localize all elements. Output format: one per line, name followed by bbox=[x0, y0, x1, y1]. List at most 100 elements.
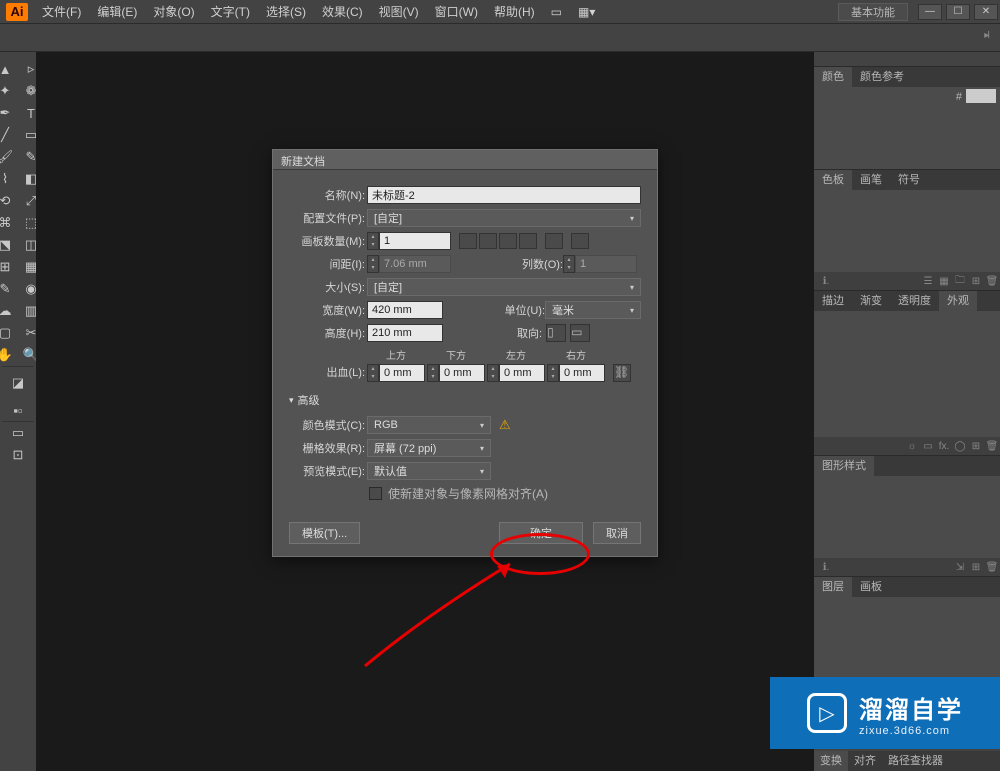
orient-portrait-button[interactable]: ▯ bbox=[546, 324, 566, 342]
maximize-button[interactable]: ☐ bbox=[946, 4, 970, 20]
swatches-delete-icon[interactable]: 🗑 bbox=[984, 276, 1000, 287]
mesh-tool[interactable]: ⊞ bbox=[0, 256, 18, 278]
height-input[interactable] bbox=[367, 324, 443, 342]
colormode-label: 颜色模式(C): bbox=[289, 417, 365, 433]
ok-button[interactable]: 确定 bbox=[499, 522, 583, 544]
menu-object[interactable]: 对象(O) bbox=[145, 3, 202, 20]
raster-combo[interactable]: 屏幕 (72 ppi) bbox=[367, 439, 491, 457]
advanced-header[interactable]: 高级 bbox=[289, 392, 641, 408]
tab-align[interactable]: 对齐 bbox=[848, 751, 882, 771]
artboards-input[interactable] bbox=[379, 232, 451, 250]
tab-layers[interactable]: 图层 bbox=[814, 577, 852, 597]
tab-appearance[interactable]: 外观 bbox=[939, 291, 977, 311]
play-icon: ▷ bbox=[807, 693, 847, 733]
profile-combo[interactable]: [自定] bbox=[367, 209, 641, 227]
artboard-tool[interactable]: ▢ bbox=[0, 322, 18, 344]
width-label: 宽度(W): bbox=[289, 302, 365, 318]
pen-tool[interactable]: ✒ bbox=[0, 102, 18, 124]
rotate-tool[interactable]: ⟲ bbox=[0, 190, 18, 212]
swatches-add-icon[interactable]: ⊞ bbox=[968, 276, 984, 287]
swatches-folder-icon[interactable]: 🗀 bbox=[952, 273, 968, 290]
menu-edit[interactable]: 编辑(E) bbox=[89, 3, 145, 20]
menu-type[interactable]: 文字(T) bbox=[203, 3, 258, 20]
appearance-fx-icon[interactable]: fx. bbox=[936, 441, 952, 452]
minimize-button[interactable]: — bbox=[918, 4, 942, 20]
align-pixel-checkbox[interactable] bbox=[369, 487, 382, 500]
close-button[interactable]: ✕ bbox=[974, 4, 998, 20]
workspace-switcher[interactable]: 基本功能 bbox=[838, 3, 908, 21]
template-button[interactable]: 模板(T)... bbox=[289, 522, 360, 544]
menu-file[interactable]: 文件(F) bbox=[34, 3, 89, 20]
doc-setup[interactable]: ⊡ bbox=[5, 444, 31, 466]
bleed-left-spin[interactable]: ▴▾ bbox=[487, 364, 499, 382]
blob-tool[interactable]: ⌇ bbox=[0, 168, 18, 190]
artboard-arrange-icons[interactable] bbox=[459, 233, 589, 249]
bleed-bottom-spin[interactable]: ▴▾ bbox=[427, 364, 439, 382]
tab-transform[interactable]: 变换 bbox=[814, 751, 848, 771]
arrange-icon[interactable]: ▦▾ bbox=[570, 5, 603, 19]
cancel-button[interactable]: 取消 bbox=[593, 522, 641, 544]
selection-tool[interactable]: ▲ bbox=[0, 58, 18, 80]
tab-stroke[interactable]: 描边 bbox=[814, 291, 852, 311]
tab-artboards[interactable]: 画板 bbox=[852, 577, 890, 597]
symbol-tool[interactable]: ☁ bbox=[0, 300, 18, 322]
eyedropper-tool[interactable]: ✎ bbox=[0, 278, 18, 300]
bleed-link-icon[interactable]: ⛓ bbox=[613, 364, 631, 382]
size-combo[interactable]: [自定] bbox=[367, 278, 641, 296]
bleed-right-spin[interactable]: ▴▾ bbox=[547, 364, 559, 382]
doc-icon[interactable]: ▭ bbox=[543, 5, 570, 19]
artboards-spinner[interactable]: ▴▾ bbox=[367, 232, 379, 250]
menu-select[interactable]: 选择(S) bbox=[258, 3, 314, 20]
tab-swatches[interactable]: 色板 bbox=[814, 170, 852, 190]
hex-input[interactable] bbox=[966, 89, 996, 103]
bleed-right-input[interactable] bbox=[559, 364, 605, 382]
fill-stroke-swatch[interactable]: ◪ bbox=[5, 367, 31, 399]
menu-effect[interactable]: 效果(C) bbox=[314, 3, 371, 20]
tab-symbols[interactable]: 符号 bbox=[890, 170, 928, 190]
appearance-sun-icon[interactable]: ☼ bbox=[904, 441, 920, 452]
swatches-new-icon[interactable]: ▦ bbox=[936, 276, 952, 287]
styles-break-icon[interactable]: ⇲ bbox=[952, 562, 968, 573]
colormode-combo[interactable]: RGB bbox=[367, 416, 491, 434]
profile-label: 配置文件(P): bbox=[289, 210, 365, 226]
tab-pathfinder[interactable]: 路径查找器 bbox=[882, 751, 949, 771]
appearance-menu-icon[interactable]: ▭ bbox=[920, 441, 936, 452]
styles-lib-icon[interactable]: ℹ︎. bbox=[818, 562, 834, 573]
bleed-top-input[interactable] bbox=[379, 364, 425, 382]
bleed-top-hdr: 上方 bbox=[386, 347, 406, 362]
bleed-left-input[interactable] bbox=[499, 364, 545, 382]
units-combo[interactable]: 毫米 bbox=[545, 301, 641, 319]
styles-new-icon[interactable]: ⊞ bbox=[968, 562, 984, 573]
color-mode-icons[interactable]: ▪▫ bbox=[5, 399, 31, 421]
menu-window[interactable]: 窗口(W) bbox=[427, 3, 486, 20]
width-input[interactable] bbox=[367, 301, 443, 319]
hex-label: # bbox=[956, 91, 962, 103]
magic-wand-tool[interactable]: ✦ bbox=[0, 80, 18, 102]
menu-view[interactable]: 视图(V) bbox=[371, 3, 427, 20]
appearance-dup-icon[interactable]: ⊞ bbox=[968, 441, 984, 452]
tab-brushes[interactable]: 画笔 bbox=[852, 170, 890, 190]
shapebuilder-tool[interactable]: ⬔ bbox=[0, 234, 18, 256]
tab-transparency[interactable]: 透明度 bbox=[890, 291, 939, 311]
tab-graphic-styles[interactable]: 图形样式 bbox=[814, 456, 874, 476]
styles-del-icon[interactable]: 🗑 bbox=[984, 562, 1000, 573]
appearance-del-icon[interactable]: 🗑 bbox=[984, 441, 1000, 452]
panel-color: 颜色 颜色参考 # bbox=[814, 66, 1000, 169]
bleed-bottom-input[interactable] bbox=[439, 364, 485, 382]
tab-color[interactable]: 颜色 bbox=[814, 67, 852, 87]
brush-tool[interactable]: 🖌 bbox=[0, 146, 18, 168]
preview-combo[interactable]: 默认值 bbox=[367, 462, 491, 480]
appearance-clear-icon[interactable]: ◯ bbox=[952, 441, 968, 452]
tab-gradient[interactable]: 渐变 bbox=[852, 291, 890, 311]
warp-tool[interactable]: ⌘ bbox=[0, 212, 18, 234]
tab-color-guide[interactable]: 颜色参考 bbox=[852, 67, 912, 87]
hand-tool[interactable]: ✋ bbox=[0, 344, 18, 366]
orient-landscape-button[interactable]: ▭ bbox=[570, 324, 590, 342]
line-tool[interactable]: ╱ bbox=[0, 124, 18, 146]
menu-help[interactable]: 帮助(H) bbox=[486, 3, 543, 20]
name-input[interactable] bbox=[367, 186, 641, 204]
bleed-top-spin[interactable]: ▴▾ bbox=[367, 364, 379, 382]
swatches-lib-icon[interactable]: ℹ︎. bbox=[818, 276, 834, 287]
screen-mode[interactable]: ▭ bbox=[5, 422, 31, 444]
swatches-opts-icon[interactable]: ☰ bbox=[920, 276, 936, 287]
